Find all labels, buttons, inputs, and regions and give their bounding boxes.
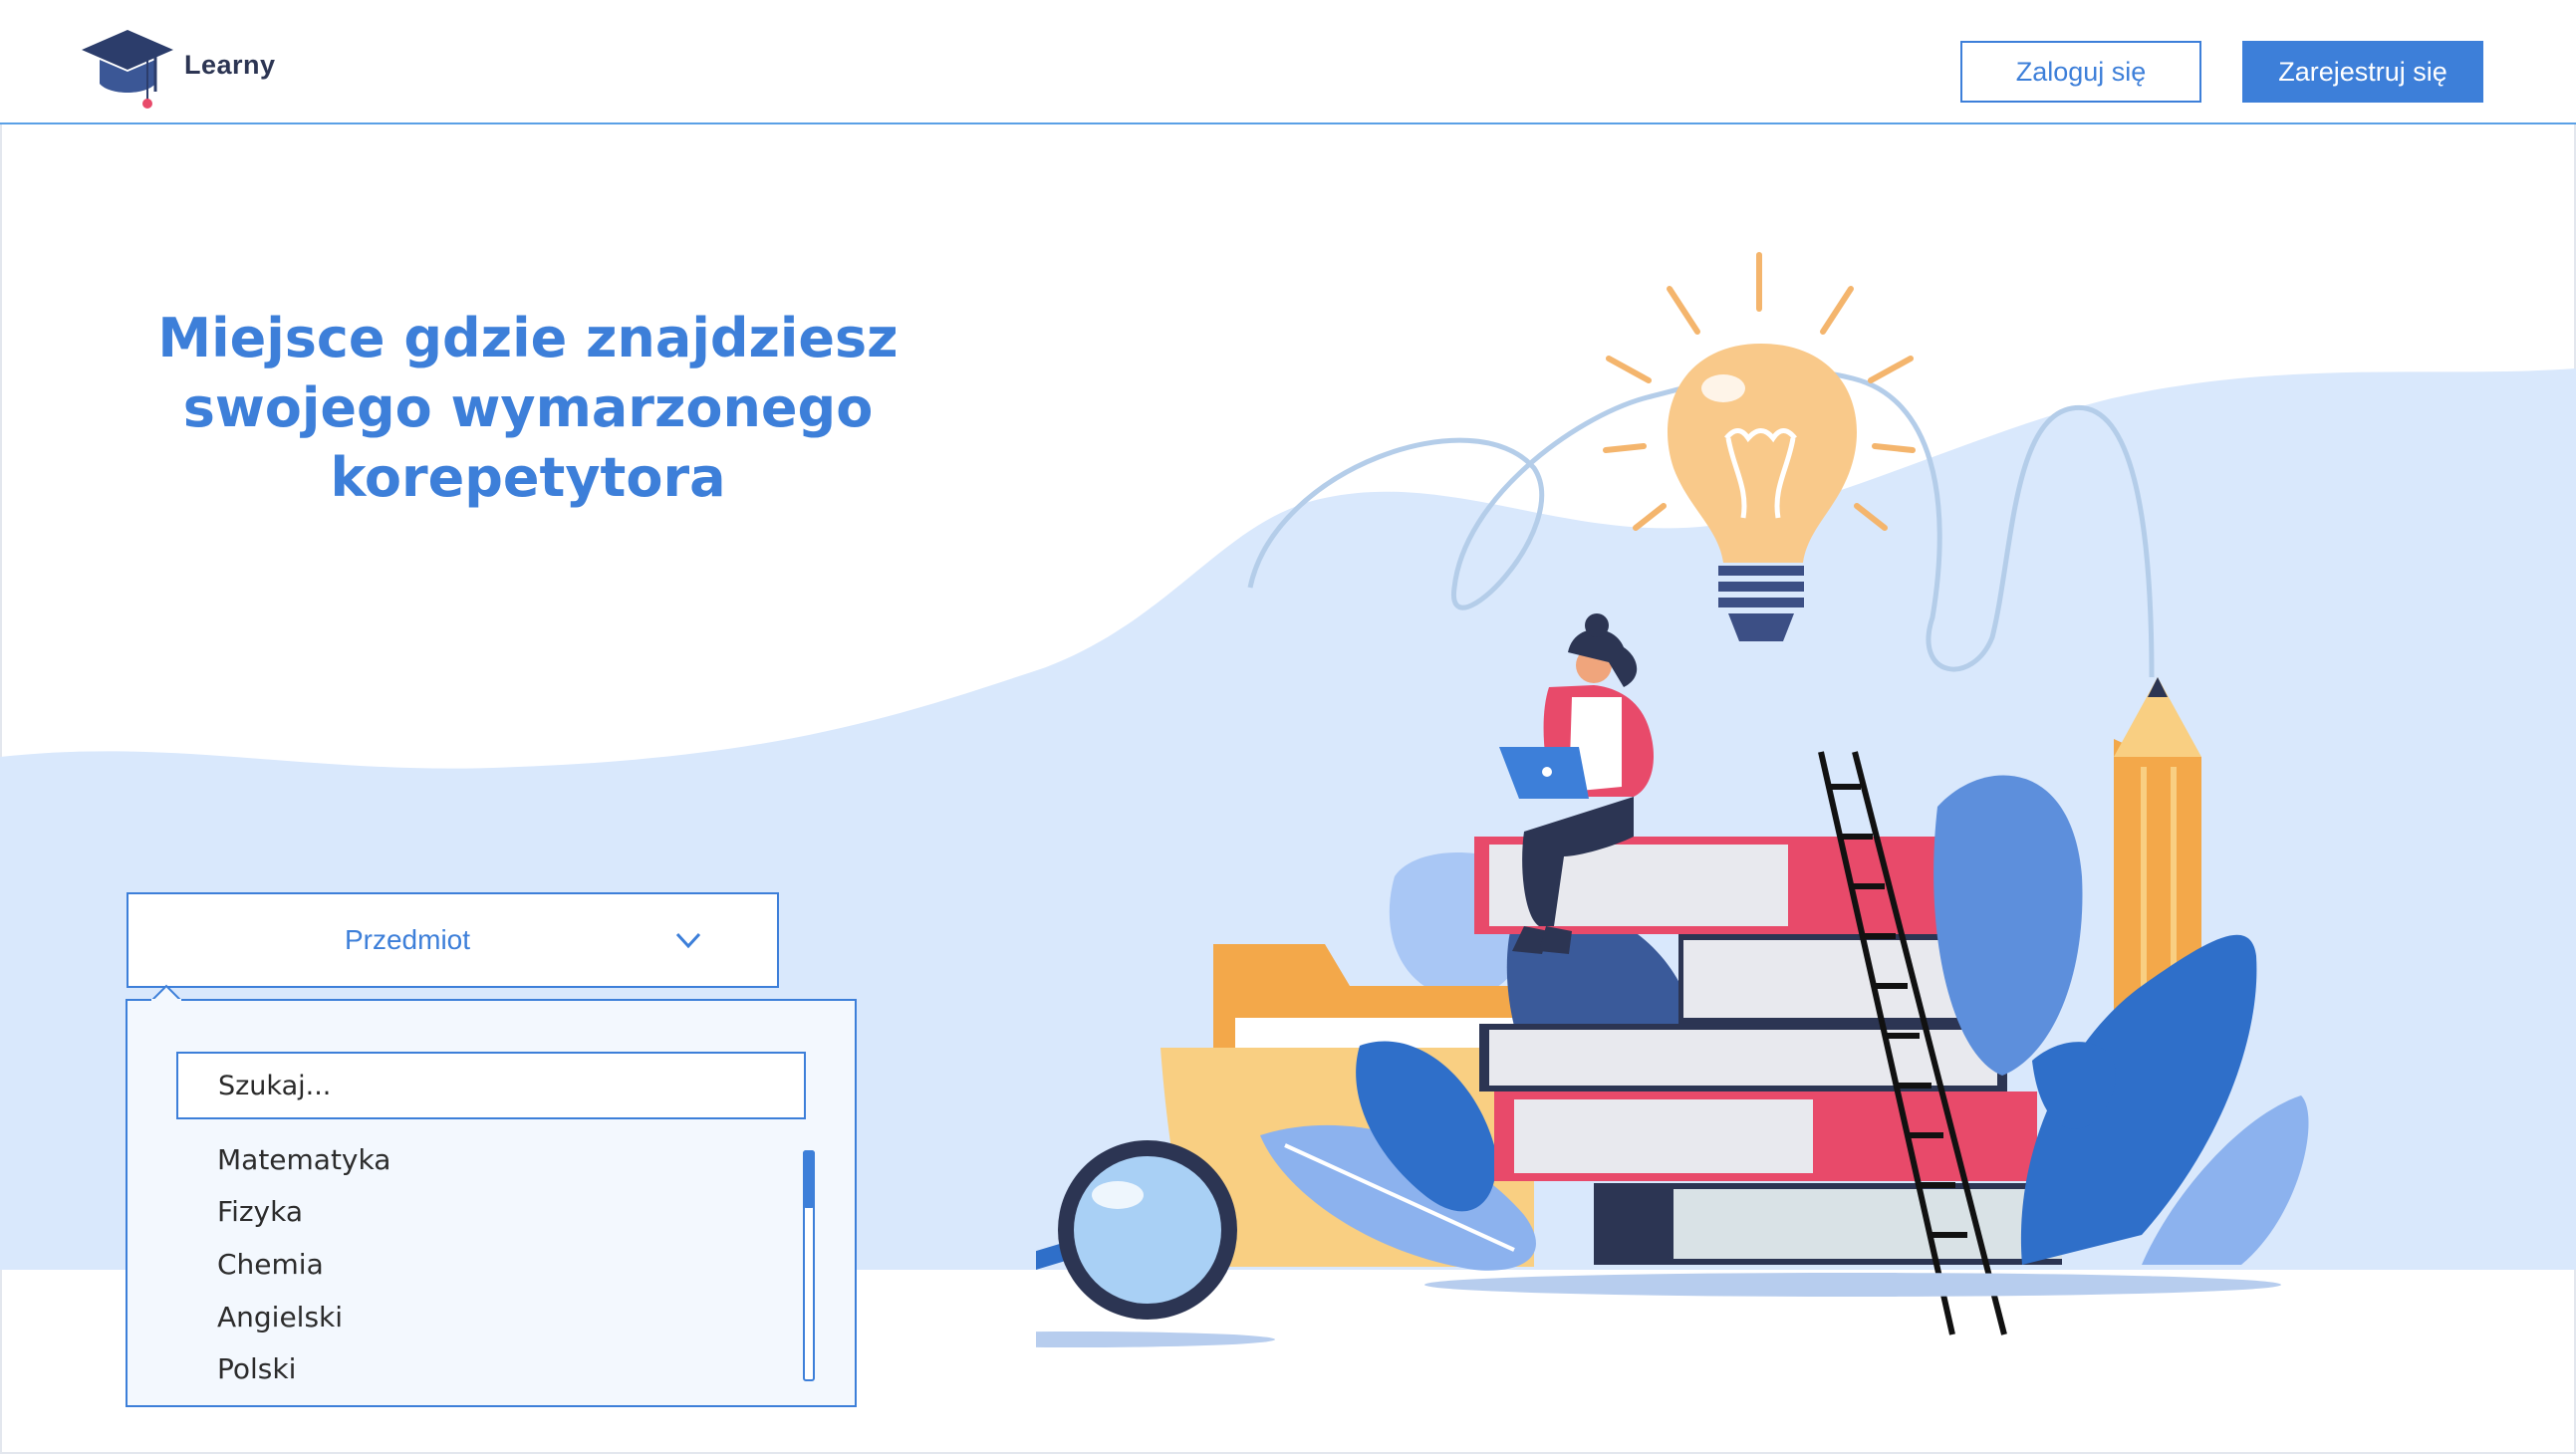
top-navbar: Learny Zaloguj się Zarejestruj się xyxy=(0,0,2576,124)
dropdown-caret xyxy=(151,984,181,1002)
hero-illustration xyxy=(1036,252,2309,1347)
subject-option-matematyka[interactable]: Matematyka xyxy=(217,1143,390,1176)
graduation-cap-icon[interactable] xyxy=(80,26,175,110)
login-button[interactable]: Zaloguj się xyxy=(1960,41,2201,103)
subject-option-polski[interactable]: Polski xyxy=(217,1352,296,1385)
hero-heading-line-2: swojego wymarzonego xyxy=(182,376,874,439)
hero-heading: Miejsce gdzie znajdziesz swojego wymarzo… xyxy=(110,304,946,513)
subject-option-chemia[interactable]: Chemia xyxy=(217,1248,324,1281)
chevron-down-icon[interactable] xyxy=(673,928,703,952)
register-button[interactable]: Zarejestruj się xyxy=(2242,41,2483,103)
dropdown-scrollbar-thumb[interactable] xyxy=(803,1150,815,1208)
subject-option-fizyka[interactable]: Fizyka xyxy=(217,1195,303,1228)
subject-select-value: Przedmiot xyxy=(344,924,471,955)
hero-heading-line-3: korepetytora xyxy=(330,446,726,509)
subject-search-input[interactable] xyxy=(176,1052,806,1119)
brand-name: Learny xyxy=(184,50,276,80)
hero-heading-line-1: Miejsce gdzie znajdziesz xyxy=(157,307,899,369)
subject-option-angielski[interactable]: Angielski xyxy=(217,1301,343,1333)
